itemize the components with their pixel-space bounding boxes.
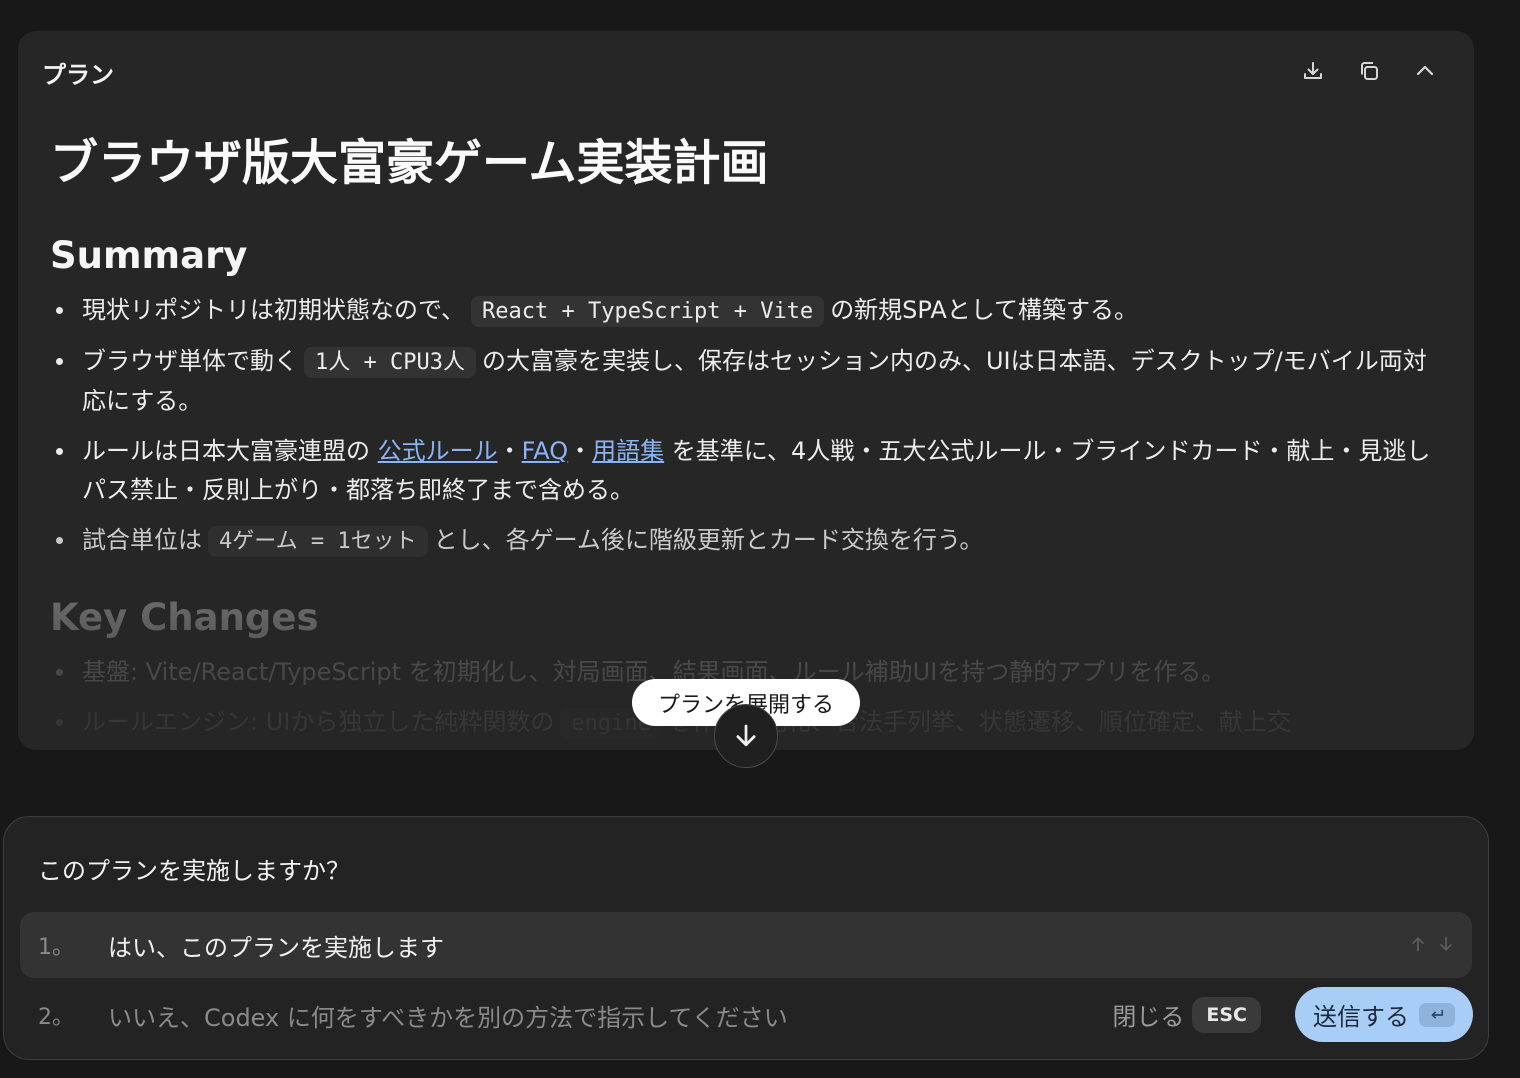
download-button[interactable]: [1292, 53, 1334, 89]
confirm-panel: このプランを実施しますか？ 1。 はい、このプランを実施します 2。 いいえ、C…: [3, 816, 1489, 1060]
download-icon: [1304, 62, 1322, 79]
scroll-down-button[interactable]: [714, 704, 778, 768]
arrow-up-icon[interactable]: [1408, 933, 1428, 955]
glossary-link[interactable]: 用語集: [592, 437, 664, 465]
summary-item-text: 試合単位は: [82, 526, 202, 554]
close-button[interactable]: 閉じる: [1112, 997, 1184, 1032]
official-rules-link[interactable]: 公式ルール: [378, 437, 498, 465]
plan-header: プラン: [18, 31, 1474, 109]
esc-key-badge: ESC: [1192, 996, 1261, 1033]
separator: ・: [568, 437, 593, 465]
summary-list: 現状リポジトリは初期状態なので、 React + TypeScript + Vit…: [50, 291, 1446, 561]
arrow-down-icon: [736, 724, 756, 747]
inline-code: 1人 + CPU3人: [304, 347, 476, 378]
option-text[interactable]: いいえ、Codex に何をすべきかを別の方法で指示してください: [108, 998, 788, 1033]
submit-button[interactable]: 送信する: [1295, 987, 1473, 1042]
summary-item: ルールは日本大富豪連盟の 公式ルール・FAQ・用語集 を基準に、4人戦・五大公式…: [50, 432, 1446, 510]
enter-key-icon: [1419, 1002, 1455, 1027]
copy-button[interactable]: [1348, 53, 1390, 89]
summary-item-text: の新規SPAとして構築する。: [830, 296, 1139, 324]
option-reorder: [1408, 933, 1456, 955]
summary-item: 試合単位は 4ゲーム = 1セット とし、各ゲーム後に階級更新とカード交換を行う。: [50, 521, 1446, 561]
confirm-actions: 閉じる ESC 送信する: [1112, 987, 1473, 1042]
plan-header-actions: [1292, 53, 1446, 89]
copy-icon: [1361, 62, 1378, 80]
collapse-button[interactable]: [1404, 53, 1446, 89]
submit-label: 送信する: [1313, 1003, 1409, 1031]
chevron-up-icon: [1416, 65, 1434, 76]
plan-label: プラン: [42, 61, 114, 89]
option-text: はい、このプランを実施します: [108, 933, 444, 962]
faq-link[interactable]: FAQ: [522, 437, 569, 465]
plan-card: プラン ブラウザ版大富豪ゲーム実装計画 Summary 現状リポジトリは初期状態…: [18, 31, 1474, 750]
arrow-down-icon[interactable]: [1436, 933, 1456, 955]
summary-item-text: ルールは日本大富豪連盟の: [82, 437, 370, 465]
separator: ・: [497, 437, 522, 465]
summary-item: ブラウザ単体で動く 1人 + CPU3人 の大富豪を実装し、保存はセッション内のみ、…: [50, 342, 1446, 421]
summary-item-text: 現状リポジトリは初期状態なので、: [82, 296, 466, 324]
key-changes-heading: Key Changes: [50, 596, 319, 639]
summary-item-text: ブラウザ単体で動く: [82, 347, 298, 375]
summary-item-text: とし、各ゲーム後に階級更新とカード交換を行う。: [433, 526, 984, 554]
option-number: 2。: [38, 1005, 74, 1030]
key-change-text: ルールエンジン: UIから独立した純粋関数の: [82, 708, 555, 736]
confirm-question: このプランを実施しますか？: [38, 857, 350, 885]
summary-heading: Summary: [50, 234, 248, 277]
inline-code: React + TypeScript + Vite: [471, 296, 825, 327]
option-number: 1。: [38, 935, 74, 960]
option-accept[interactable]: 1。 はい、このプランを実施します: [20, 912, 1472, 978]
inline-code: 4ゲーム = 1セット: [208, 526, 428, 557]
summary-item: 現状リポジトリは初期状態なので、 React + TypeScript + Vit…: [50, 291, 1446, 331]
plan-body: ブラウザ版大富豪ゲーム実装計画 Summary 現状リポジトリは初期状態なので、…: [50, 131, 1446, 750]
plan-title: ブラウザ版大富豪ゲーム実装計画: [50, 135, 769, 191]
